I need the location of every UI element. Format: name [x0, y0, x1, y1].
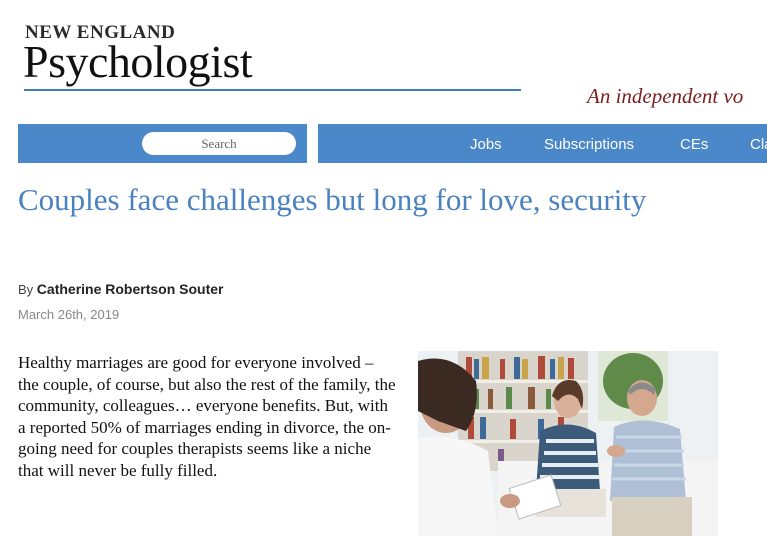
site-tagline: An independent vo [587, 84, 744, 108]
byline: By Catherine Robertson Souter [18, 281, 224, 297]
article-body: Healthy marriages are good for everyone … [18, 353, 396, 480]
nav-item-ces[interactable]: CEs [680, 136, 708, 153]
site-logo-title[interactable]: Psychologist [23, 39, 253, 85]
byline-prefix: By [18, 282, 34, 297]
masthead-rule [24, 89, 521, 91]
article-title: Couples face challenges but long for lov… [18, 182, 647, 217]
counseling-session-image [418, 351, 718, 536]
main-nav: Jobs Subscriptions CEs Cla [318, 124, 767, 163]
nav-item-jobs[interactable]: Jobs [470, 136, 502, 153]
author-name[interactable]: Catherine Robertson Souter [37, 281, 224, 297]
search-input[interactable] [142, 132, 296, 155]
article-photo [418, 351, 718, 536]
nav-item-subscriptions[interactable]: Subscriptions [544, 136, 634, 153]
search-bar [18, 124, 307, 163]
article-date: March 26th, 2019 [18, 307, 120, 322]
nav-item-classifieds[interactable]: Cla [750, 136, 767, 153]
masthead: NEW ENGLAND Psychologist An independent … [0, 0, 767, 118]
